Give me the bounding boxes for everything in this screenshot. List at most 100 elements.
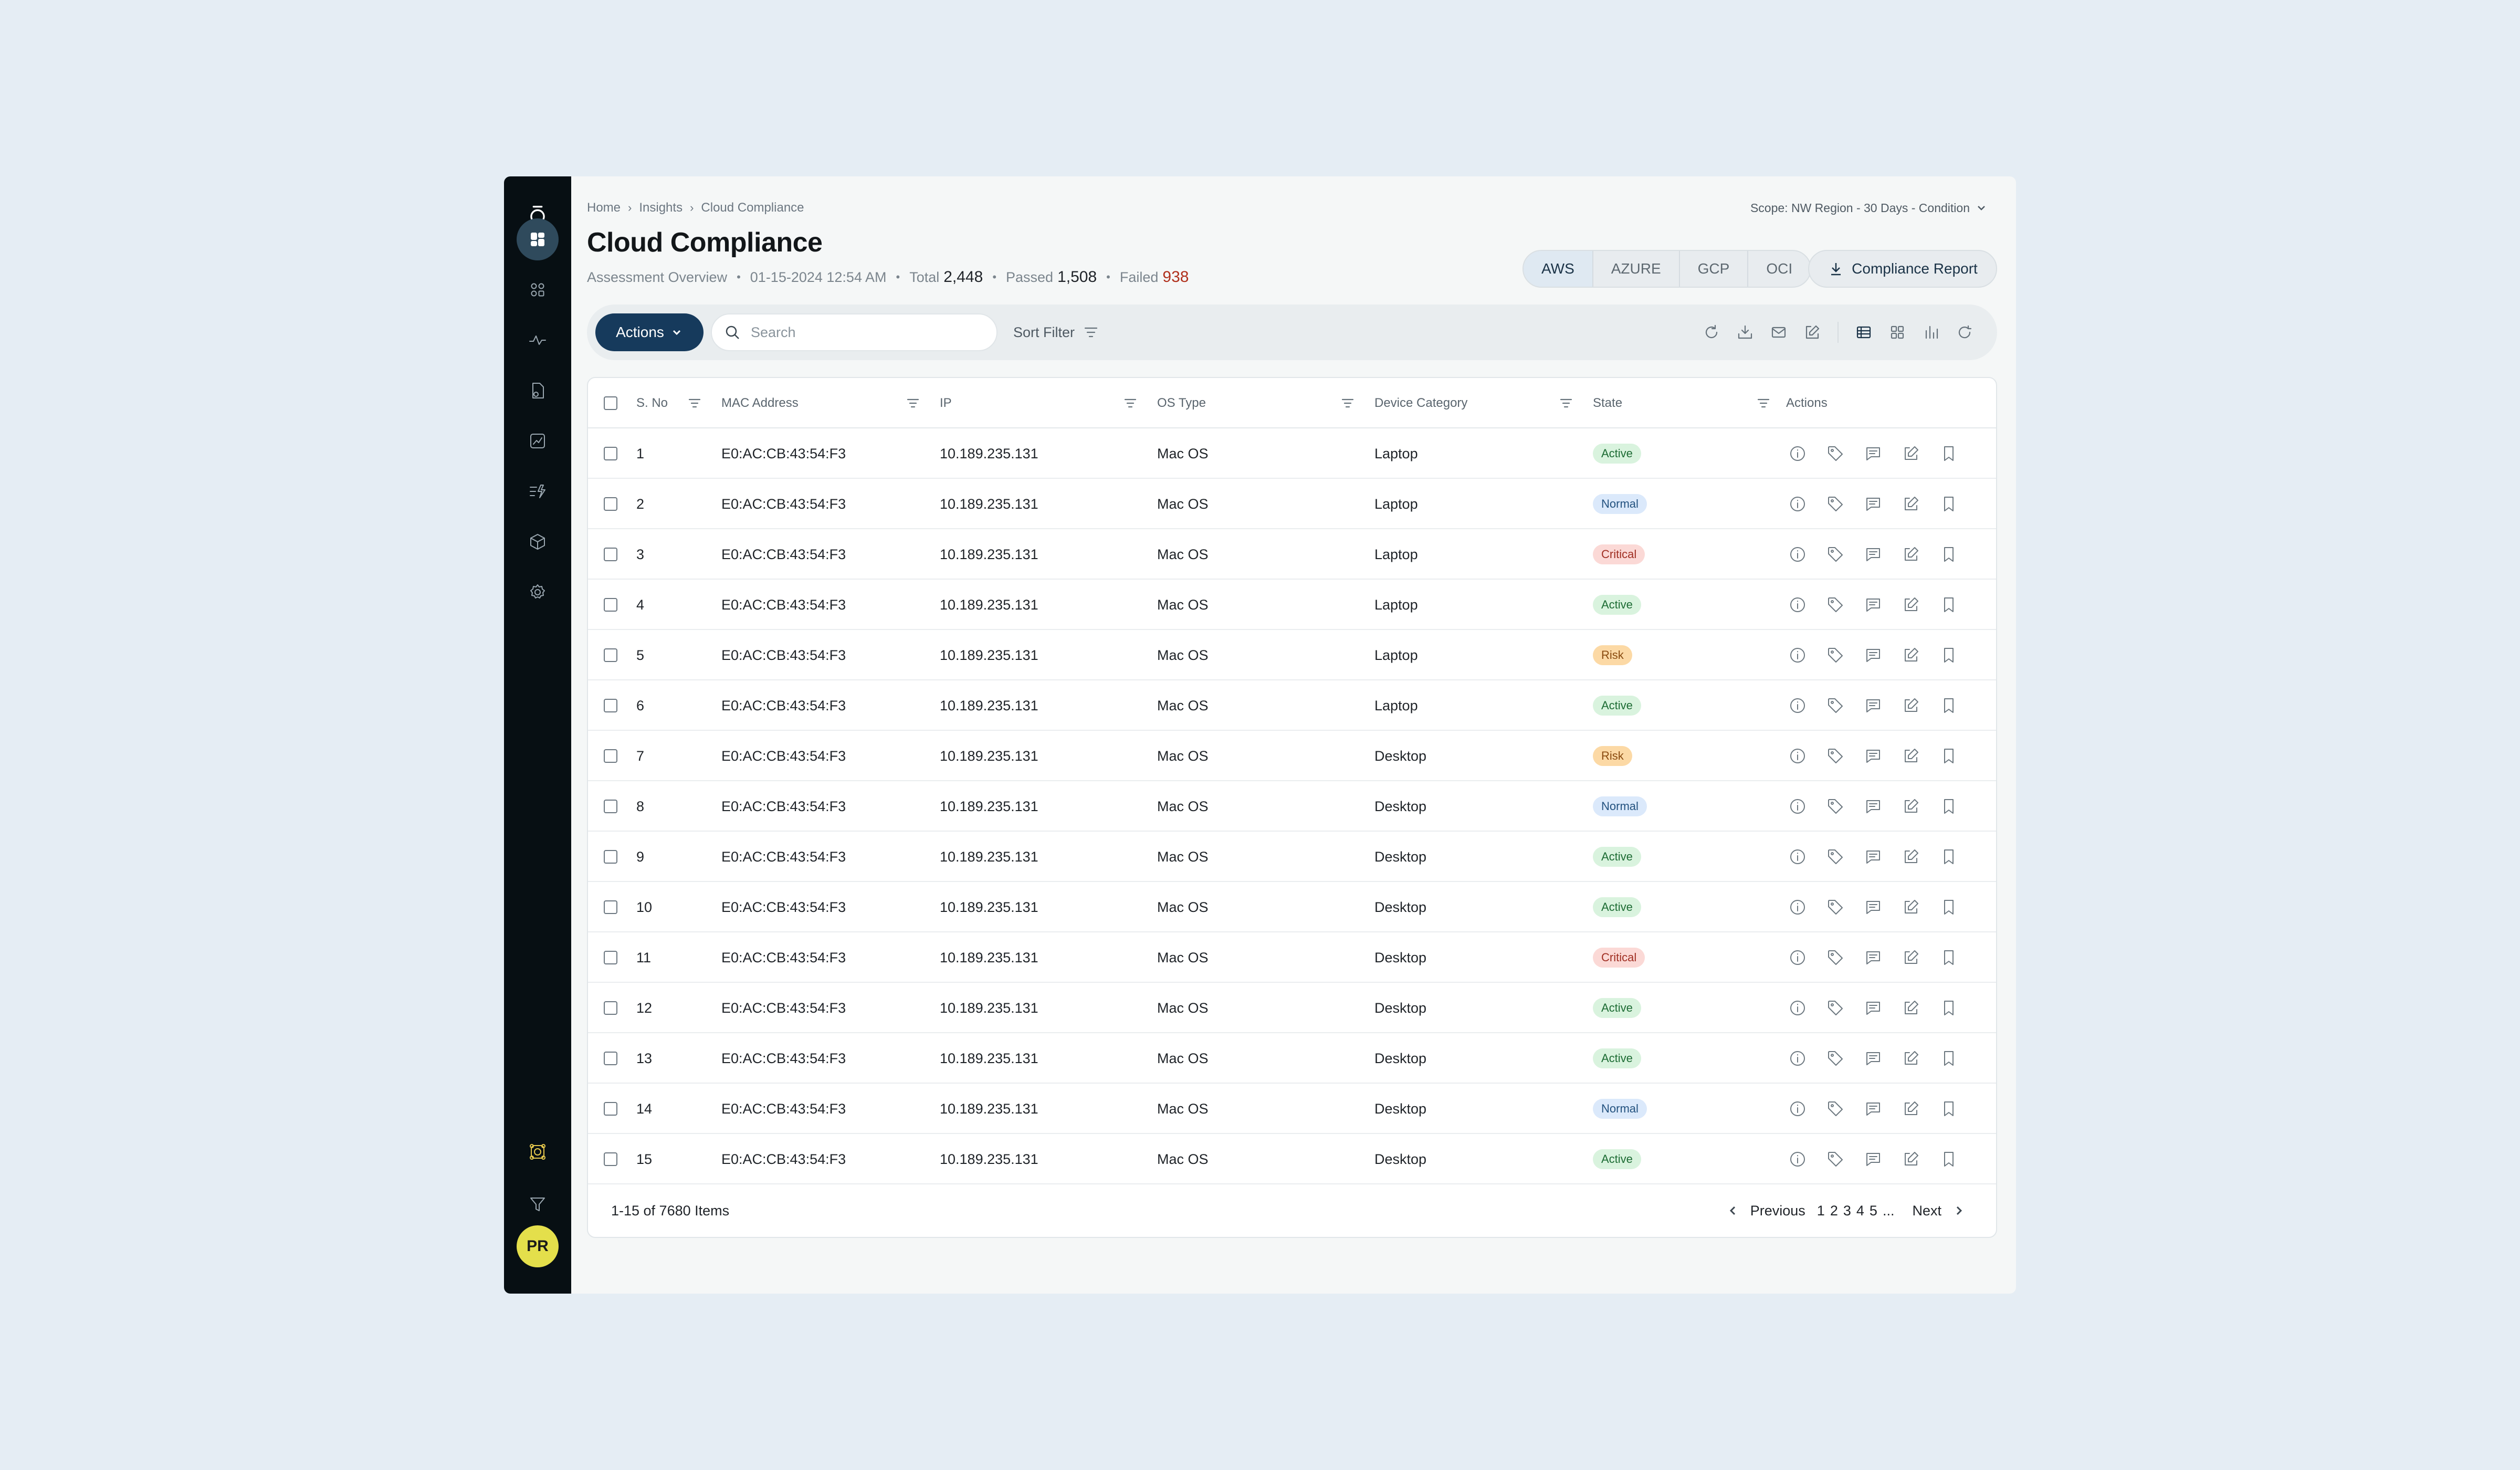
info-icon[interactable] xyxy=(1788,444,1807,463)
info-icon[interactable] xyxy=(1788,595,1807,614)
sidebar-item-filter[interactable] xyxy=(504,1183,571,1225)
sidebar-item-integrations[interactable] xyxy=(504,1131,571,1173)
tag-icon[interactable] xyxy=(1826,747,1845,765)
tag-icon[interactable] xyxy=(1826,545,1845,564)
info-icon[interactable] xyxy=(1788,999,1807,1017)
page-2[interactable]: 2 xyxy=(1830,1203,1838,1219)
page-1[interactable]: 1 xyxy=(1817,1203,1825,1219)
table-row[interactable]: 1 E0:AC:CB:43:54:F3 10.189.235.131 Mac OS La… xyxy=(588,428,1996,479)
column-filter-os[interactable] xyxy=(1340,378,1356,428)
edit-icon[interactable] xyxy=(1902,999,1920,1017)
comment-icon[interactable] xyxy=(1864,999,1883,1017)
select-all-checkbox[interactable] xyxy=(604,378,617,428)
grid-view-button[interactable] xyxy=(1881,313,1914,351)
info-icon[interactable] xyxy=(1788,847,1807,866)
tag-icon[interactable] xyxy=(1826,595,1845,614)
bookmark-icon[interactable] xyxy=(1939,1099,1958,1118)
edit-icon[interactable] xyxy=(1902,948,1920,967)
column-filter-mac[interactable] xyxy=(905,378,921,428)
chart-view-button[interactable] xyxy=(1914,313,1948,351)
sidebar-item-analytics[interactable] xyxy=(504,420,571,462)
tag-icon[interactable] xyxy=(1826,898,1845,917)
bookmark-icon[interactable] xyxy=(1939,999,1958,1017)
refresh-button[interactable] xyxy=(1695,313,1728,351)
column-filter-ip[interactable] xyxy=(1122,378,1138,428)
row-checkbox[interactable] xyxy=(604,428,617,479)
table-row[interactable]: 8 E0:AC:CB:43:54:F3 10.189.235.131 Mac OS De… xyxy=(588,781,1996,832)
edit-icon[interactable] xyxy=(1902,646,1920,665)
row-checkbox[interactable] xyxy=(604,832,617,882)
scope-selector[interactable]: Scope: NW Region - 30 Days - Condition xyxy=(1750,197,1987,218)
column-header-sno[interactable]: S. No xyxy=(636,378,668,428)
avatar[interactable]: PR xyxy=(517,1225,559,1267)
sidebar-item-dashboard[interactable] xyxy=(504,218,571,260)
bookmark-icon[interactable] xyxy=(1939,1049,1958,1068)
column-filter-state[interactable] xyxy=(1756,378,1771,428)
compliance-report-button[interactable]: Compliance Report xyxy=(1808,250,1997,288)
comment-icon[interactable] xyxy=(1864,646,1883,665)
comment-icon[interactable] xyxy=(1864,847,1883,866)
page-4[interactable]: 4 xyxy=(1856,1203,1864,1219)
comment-icon[interactable] xyxy=(1864,495,1883,513)
comment-icon[interactable] xyxy=(1864,747,1883,765)
comment-icon[interactable] xyxy=(1864,898,1883,917)
tag-icon[interactable] xyxy=(1826,696,1845,715)
edit-icon[interactable] xyxy=(1902,1099,1920,1118)
next-page-button[interactable]: Next xyxy=(1912,1203,1941,1219)
bookmark-icon[interactable] xyxy=(1939,545,1958,564)
bookmark-icon[interactable] xyxy=(1939,847,1958,866)
row-checkbox[interactable] xyxy=(604,630,617,680)
tab-azure[interactable]: AZURE xyxy=(1593,251,1680,287)
table-row[interactable]: 3 E0:AC:CB:43:54:F3 10.189.235.131 Mac OS La… xyxy=(588,529,1996,580)
tag-icon[interactable] xyxy=(1826,948,1845,967)
previous-page-button[interactable]: Previous xyxy=(1750,1203,1805,1219)
info-icon[interactable] xyxy=(1788,1150,1807,1169)
edit-icon[interactable] xyxy=(1902,847,1920,866)
row-checkbox[interactable] xyxy=(604,781,617,832)
comment-icon[interactable] xyxy=(1864,545,1883,564)
table-row[interactable]: 15 E0:AC:CB:43:54:F3 10.189.235.131 Mac OS D… xyxy=(588,1134,1996,1184)
row-checkbox[interactable] xyxy=(604,932,617,983)
info-icon[interactable] xyxy=(1788,747,1807,765)
row-checkbox[interactable] xyxy=(604,529,617,580)
page-3[interactable]: 3 xyxy=(1843,1203,1851,1219)
info-icon[interactable] xyxy=(1788,1049,1807,1068)
row-checkbox[interactable] xyxy=(604,983,617,1033)
tag-icon[interactable] xyxy=(1826,646,1845,665)
column-header-category[interactable]: Device Category xyxy=(1374,378,1467,428)
tab-aws[interactable]: AWS xyxy=(1524,251,1593,287)
table-view-button[interactable] xyxy=(1847,313,1881,351)
info-icon[interactable] xyxy=(1788,948,1807,967)
edit-icon[interactable] xyxy=(1902,797,1920,816)
sort-filter-button[interactable]: Sort Filter xyxy=(1013,313,1100,351)
row-checkbox[interactable] xyxy=(604,1033,617,1084)
row-checkbox[interactable] xyxy=(604,479,617,529)
bookmark-icon[interactable] xyxy=(1939,444,1958,463)
comment-icon[interactable] xyxy=(1864,1150,1883,1169)
table-row[interactable]: 7 E0:AC:CB:43:54:F3 10.189.235.131 Mac OS De… xyxy=(588,731,1996,781)
tab-oci[interactable]: OCI xyxy=(1748,251,1810,287)
info-icon[interactable] xyxy=(1788,646,1807,665)
tag-icon[interactable] xyxy=(1826,1049,1845,1068)
comment-icon[interactable] xyxy=(1864,797,1883,816)
column-header-state[interactable]: State xyxy=(1593,378,1622,428)
search-input[interactable]: Search xyxy=(711,313,998,351)
bookmark-icon[interactable] xyxy=(1939,646,1958,665)
tag-icon[interactable] xyxy=(1826,444,1845,463)
bookmark-icon[interactable] xyxy=(1939,898,1958,917)
breadcrumb-insights[interactable]: Insights xyxy=(639,201,682,215)
tag-icon[interactable] xyxy=(1826,797,1845,816)
chevron-left-icon[interactable] xyxy=(1727,1205,1739,1216)
info-icon[interactable] xyxy=(1788,495,1807,513)
edit-icon[interactable] xyxy=(1902,595,1920,614)
row-checkbox[interactable] xyxy=(604,1134,617,1184)
table-row[interactable]: 10 E0:AC:CB:43:54:F3 10.189.235.131 Mac OS D… xyxy=(588,882,1996,932)
info-icon[interactable] xyxy=(1788,545,1807,564)
column-header-mac[interactable]: MAC Address xyxy=(721,378,799,428)
column-filter-category[interactable] xyxy=(1558,378,1574,428)
info-icon[interactable] xyxy=(1788,1099,1807,1118)
actions-dropdown-button[interactable]: Actions xyxy=(595,313,704,351)
sidebar-item-packages[interactable] xyxy=(504,521,571,563)
tag-icon[interactable] xyxy=(1826,1099,1845,1118)
edit-icon[interactable] xyxy=(1902,696,1920,715)
